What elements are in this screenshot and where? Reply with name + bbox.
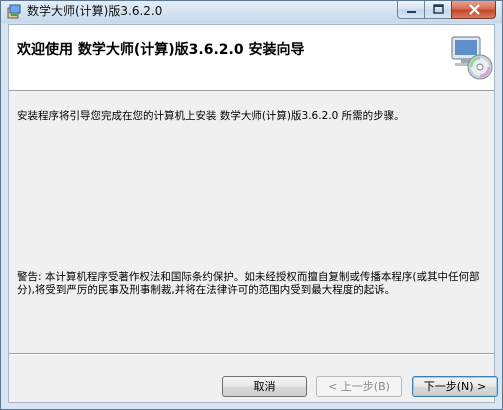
cancel-button[interactable]: 取消 bbox=[222, 376, 307, 397]
banner-title: 欢迎使用 数学大师(计算)版3.6.2.0 安装向导 bbox=[17, 42, 305, 58]
cancel-button-label: 取消 bbox=[253, 380, 276, 393]
minimize-icon bbox=[407, 11, 416, 13]
computer-cd-icon bbox=[447, 34, 493, 80]
minimize-button[interactable] bbox=[397, 1, 424, 19]
copyright-warning: 警告: 本计算机程序受著作权法和国际条约保护。如未经授权而擅自复制或传播本程序(… bbox=[17, 271, 480, 296]
maximize-icon bbox=[433, 4, 444, 14]
back-button[interactable]: < 上一步(B) bbox=[316, 376, 402, 397]
next-button-label: 下一步(N) > bbox=[423, 380, 487, 393]
close-button[interactable] bbox=[451, 1, 496, 19]
intro-text: 安装程序将引导您完成在您的计算机上安装 数学大师(计算)版3.6.2.0 所需的… bbox=[17, 110, 405, 122]
window-title: 数学大师(计算)版3.6.2.0 bbox=[27, 4, 163, 18]
installer-window: 数学大师(计算)版3.6.2.0 欢迎使用 数学大师(计算)版3.6.2.0 安… bbox=[0, 0, 503, 410]
button-separator bbox=[9, 353, 494, 355]
maximize-button[interactable] bbox=[424, 1, 451, 19]
title-bar[interactable]: 数学大师(计算)版3.6.2.0 bbox=[1, 1, 502, 23]
banner: 欢迎使用 数学大师(计算)版3.6.2.0 安装向导 bbox=[9, 25, 494, 91]
installer-icon bbox=[6, 3, 23, 20]
back-button-label: < 上一步(B) bbox=[328, 380, 390, 393]
caption-buttons bbox=[397, 1, 496, 19]
close-icon bbox=[469, 4, 480, 15]
installer-content: 欢迎使用 数学大师(计算)版3.6.2.0 安装向导 安装程序将引导您完成在您的… bbox=[8, 24, 498, 403]
next-button[interactable]: 下一步(N) > bbox=[412, 376, 498, 397]
